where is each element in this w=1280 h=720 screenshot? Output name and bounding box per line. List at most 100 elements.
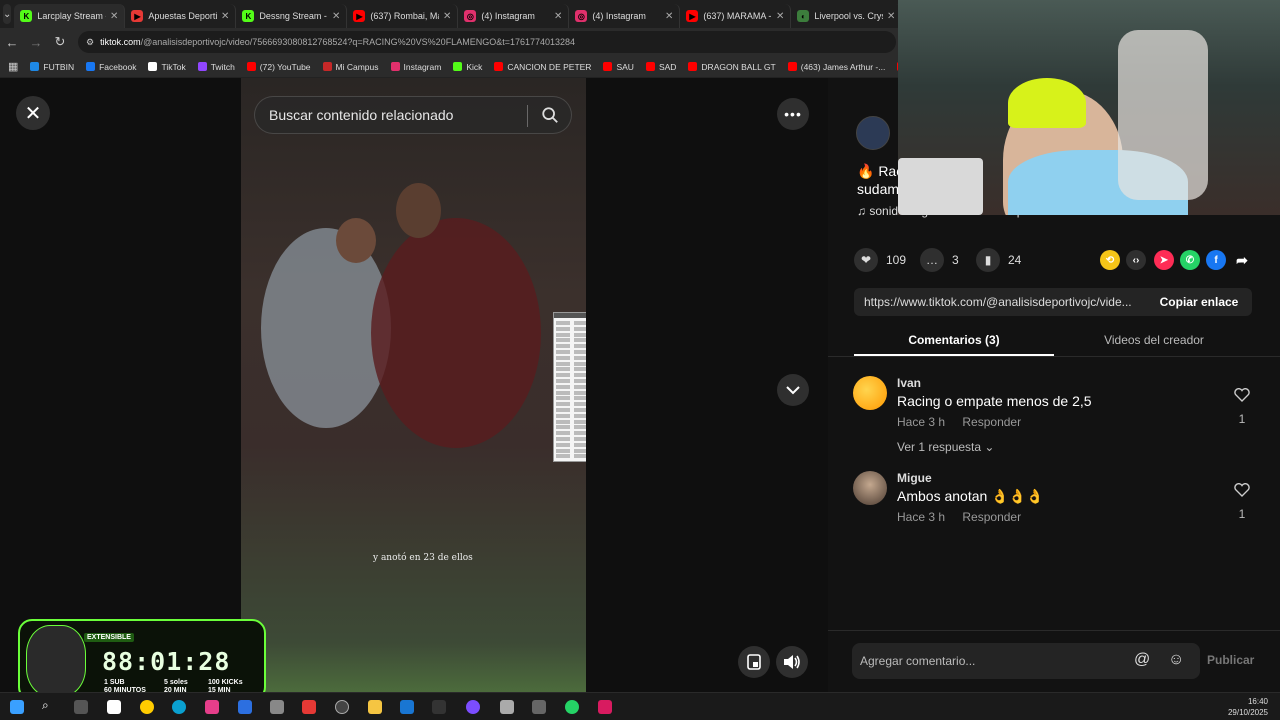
comment-like-icon[interactable]: [1233, 483, 1251, 502]
tab-comments[interactable]: Comentarios (3): [854, 326, 1054, 356]
tab-close-icon[interactable]: ✕: [665, 11, 673, 22]
bookmark-item[interactable]: (72) YouTube: [246, 62, 311, 72]
app-icon[interactable]: [270, 700, 284, 714]
bookmark-item[interactable]: SAU: [603, 62, 634, 72]
edge-icon[interactable]: [172, 700, 186, 714]
back-button[interactable]: ←: [0, 35, 24, 50]
reply-button[interactable]: Responder: [962, 510, 1021, 524]
comment-input[interactable]: Agregar comentario... @ ☺: [852, 643, 1200, 679]
app-icon[interactable]: [500, 700, 514, 714]
bookmark-item[interactable]: Facebook: [86, 62, 136, 72]
whatsapp-icon[interactable]: ✆: [1180, 250, 1200, 270]
author-avatar[interactable]: [856, 116, 890, 150]
comment-like-icon[interactable]: [1233, 388, 1251, 407]
publish-button[interactable]: Publicar: [1207, 653, 1254, 667]
browser-tab[interactable]: K Dessng Stream - ✕: [236, 4, 348, 28]
comment-bubble-icon: …: [920, 248, 944, 272]
tab-close-icon[interactable]: ✕: [110, 11, 118, 22]
bookmark-item[interactable]: FUTBIN: [30, 62, 74, 72]
browser-tab[interactable]: ◎ (4) Instagram ✕: [569, 4, 681, 28]
related-search-input[interactable]: Buscar contenido relacionado: [254, 96, 572, 134]
tab-close-icon[interactable]: ✕: [776, 11, 784, 22]
commenter-name[interactable]: Migue: [897, 471, 932, 485]
table-image-row: [556, 442, 586, 447]
app-icon[interactable]: [205, 700, 219, 714]
table-image-row: [556, 396, 586, 401]
bookmark-item[interactable]: Mi Campus: [322, 62, 379, 72]
app-icon[interactable]: [107, 700, 121, 714]
tab-close-icon[interactable]: ✕: [887, 11, 895, 22]
system-clock[interactable]: 16:40 29/10/2025: [1228, 696, 1268, 718]
tab-close-icon[interactable]: ✕: [554, 11, 562, 22]
bookmark-item[interactable]: Kick: [453, 62, 482, 72]
view-replies-button[interactable]: Ver 1 respuesta ⌄: [897, 440, 994, 454]
search-icon[interactable]: ⌕: [42, 698, 56, 712]
share-link-text[interactable]: https://www.tiktok.com/@analisisdeportiv…: [854, 295, 1146, 309]
search-icon[interactable]: [541, 106, 559, 124]
bookmark-item[interactable]: DRAGON BALL GT: [688, 62, 776, 72]
next-video-button[interactable]: [777, 374, 809, 406]
send-icon[interactable]: ➤: [1154, 250, 1174, 270]
browser-tab[interactable]: ▶ (637) MARAMA - ✕: [680, 4, 792, 28]
app-icon[interactable]: [400, 700, 414, 714]
apps-grid-icon[interactable]: ▦: [8, 60, 18, 73]
bookmark-item[interactable]: (463) James Arthur -...: [787, 62, 885, 72]
url-field[interactable]: ⚙ tiktok.com /@analisisdeportivojc/video…: [78, 31, 896, 53]
task-view-icon[interactable]: [74, 700, 88, 714]
obs-icon[interactable]: [335, 700, 349, 714]
browser-tab[interactable]: ▶ (637) Rombai, Ma ✕: [347, 4, 459, 28]
emoji-icon[interactable]: ☺: [1168, 651, 1184, 669]
more-options-button[interactable]: •••: [777, 98, 809, 130]
copy-link-button[interactable]: Copiar enlace: [1146, 295, 1252, 309]
commenter-name[interactable]: Ivan: [897, 376, 921, 390]
reply-button[interactable]: Responder: [962, 415, 1021, 429]
app-icon[interactable]: [432, 700, 446, 714]
app-icon[interactable]: [302, 700, 316, 714]
close-button[interactable]: ✕: [16, 96, 50, 130]
bookmark-item[interactable]: TikTok: [148, 62, 186, 72]
tab-favicon-icon: ▶: [353, 10, 366, 22]
embed-code-icon[interactable]: ‹›: [1126, 250, 1146, 270]
commenter-avatar[interactable]: [853, 376, 887, 410]
file-explorer-icon[interactable]: [368, 700, 382, 714]
browser-tab[interactable]: K Larcplay Stream - ✕: [14, 4, 126, 28]
app-icon[interactable]: [598, 700, 612, 714]
bookmark-item[interactable]: Twitch: [197, 62, 235, 72]
bookmark-item[interactable]: CANCION DE PETER: [494, 62, 591, 72]
share-arrow-icon[interactable]: ➦: [1232, 250, 1252, 270]
bookmark-item[interactable]: SAD: [645, 62, 676, 72]
video-player[interactable]: y anotó en 23 de ellos: [241, 78, 586, 692]
browser-tab-bar: ⌄ K Larcplay Stream - ✕ ▶ Apuestas Deportiv ✕…: [0, 0, 903, 28]
browser-tab[interactable]: ◐ Liverpool vs. Crys ✕: [791, 4, 903, 28]
forward-button[interactable]: →: [24, 35, 48, 50]
save-action[interactable]: ▮ 24: [976, 248, 1021, 272]
browser-tab[interactable]: ◎ (4) Instagram ✕: [458, 4, 570, 28]
tab-close-icon[interactable]: ✕: [221, 11, 229, 22]
stream-timer-overlay: EXTENSIBLE 88:01:28 1 SUB 60 MINUTOS 5 s…: [18, 619, 266, 701]
bookmark-favicon-icon: [197, 62, 207, 71]
picture-in-picture-button[interactable]: [738, 646, 770, 678]
browser-tab[interactable]: ▶ Apuestas Deportiv ✕: [125, 4, 237, 28]
comment-meta: Hace 3 h Responder: [897, 415, 1021, 429]
like-action[interactable]: ❤ 109: [854, 248, 906, 272]
tab-creator-videos[interactable]: Videos del creador: [1054, 326, 1254, 356]
table-image-row: [556, 448, 586, 453]
site-info-icon[interactable]: ⚙: [86, 37, 94, 48]
comment-action[interactable]: … 3: [920, 248, 959, 272]
commenter-avatar[interactable]: [853, 471, 887, 505]
calculator-icon[interactable]: [532, 700, 546, 714]
mention-icon[interactable]: @: [1134, 651, 1150, 669]
app-icon[interactable]: [466, 700, 480, 714]
chrome-icon[interactable]: [140, 700, 154, 714]
whatsapp-icon[interactable]: [565, 700, 579, 714]
tab-close-icon[interactable]: ✕: [443, 11, 451, 22]
volume-button[interactable]: [776, 646, 808, 678]
start-icon[interactable]: [10, 700, 24, 714]
facebook-icon[interactable]: f: [1206, 250, 1226, 270]
repost-icon[interactable]: ⟲: [1100, 250, 1120, 270]
app-icon[interactable]: [238, 700, 252, 714]
tab-close-icon[interactable]: ✕: [332, 11, 340, 22]
reload-button[interactable]: ↻: [48, 34, 72, 50]
tab-search-button[interactable]: ⌄: [3, 4, 12, 24]
bookmark-item[interactable]: Instagram: [390, 62, 441, 72]
